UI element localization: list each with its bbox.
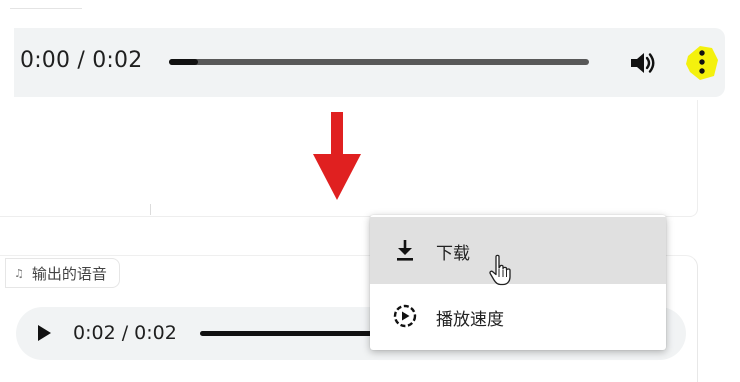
menu-item-label: 下载 [436, 244, 470, 264]
menu-item-playback-speed[interactable]: 播放速度 [370, 283, 666, 350]
divider [150, 204, 151, 215]
progress-track[interactable] [169, 59, 589, 65]
speaker-icon[interactable] [628, 49, 658, 77]
audio-player-top: 0:00 / 0:02 [14, 28, 725, 97]
time-display: 0:02 / 0:02 [73, 322, 177, 344]
audio-options-menu: 下载 播放速度 [370, 215, 666, 350]
divider [10, 8, 82, 9]
music-note-icon: ♫ [14, 266, 24, 280]
menu-item-download[interactable]: 下载 [370, 217, 666, 284]
output-audio-tag: ♫ 输出的语音 [5, 258, 120, 288]
menu-item-label: 播放速度 [436, 310, 504, 330]
time-display: 0:00 / 0:02 [20, 48, 143, 73]
output-audio-label: 输出的语音 [31, 264, 107, 283]
progress-fill [169, 59, 199, 65]
download-icon [397, 240, 413, 261]
playback-speed-icon [393, 304, 417, 328]
output-panel-upper [0, 100, 698, 217]
play-icon[interactable] [36, 324, 52, 342]
more-vert-icon[interactable] [684, 42, 720, 82]
hand-cursor-icon [489, 254, 511, 286]
